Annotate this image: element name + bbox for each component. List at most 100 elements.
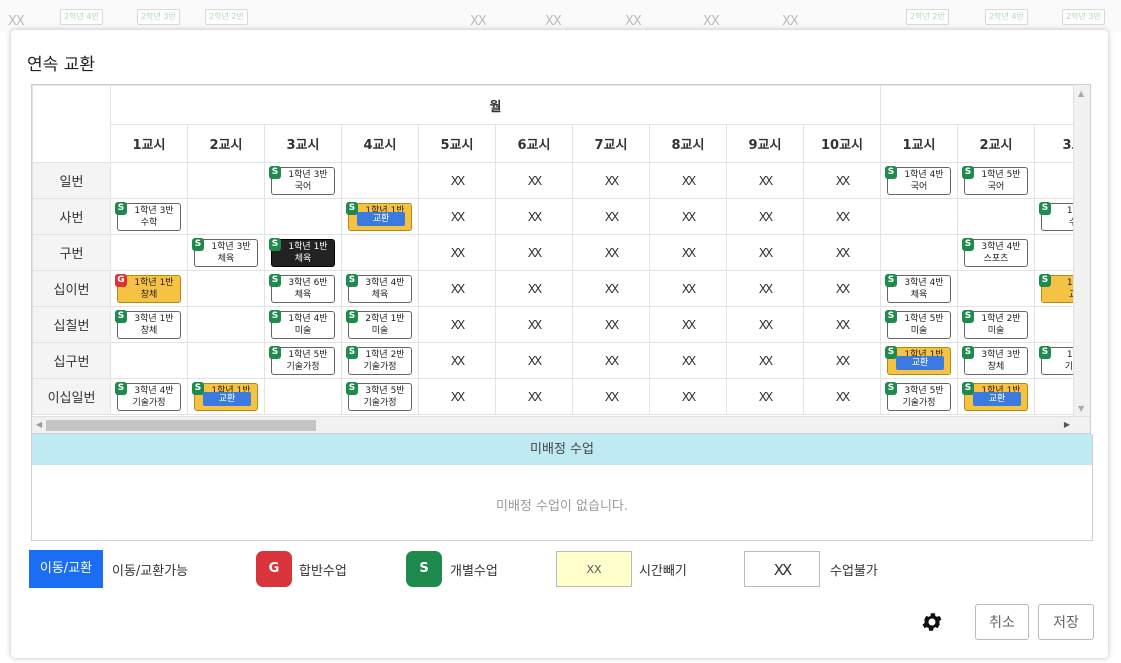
empty-slot[interactable] bbox=[957, 198, 1035, 235]
class-chip[interactable]: S 1학년 3반 국어 bbox=[269, 165, 335, 195]
teacher-name: 십구번 bbox=[32, 342, 111, 379]
vertical-scrollbar[interactable]: ▲ ▼ bbox=[1073, 85, 1090, 417]
teacher-name: 구번 bbox=[32, 234, 111, 271]
individual-class-badge: S bbox=[269, 237, 281, 251]
class-slot[interactable]: G 1학년 1반 창체 bbox=[110, 270, 188, 307]
class-name: 1학년 3반 bbox=[288, 169, 328, 180]
class-slot[interactable]: S1학년 1반기술가정교환 bbox=[187, 378, 265, 415]
individual-class-badge: S bbox=[115, 201, 127, 215]
class-chip[interactable]: S 3학년 1반 창체 bbox=[115, 309, 181, 339]
class-slot[interactable]: S 3학년 3반 창체 bbox=[957, 342, 1035, 379]
class-chip[interactable]: S 1학년 2반 미술 bbox=[962, 309, 1028, 339]
class-chip[interactable]: S 3학년 4반 스포츠 bbox=[962, 237, 1028, 267]
class-chip[interactable]: S 3학년 3반 창체 bbox=[962, 345, 1028, 375]
class-chip[interactable]: S 3학년 5반 기술가정 bbox=[346, 381, 412, 411]
class-slot[interactable]: S 3학년 4반 체육 bbox=[880, 270, 958, 307]
class-chip[interactable]: S 1학년 2반 기술가정 bbox=[346, 345, 412, 375]
scroll-down-arrow-icon[interactable]: ▼ bbox=[1078, 404, 1084, 413]
class-chip[interactable]: S 3학년 4반 기술가정 bbox=[115, 381, 181, 411]
class-chip[interactable]: G 1학년 1반 창체 bbox=[115, 273, 181, 303]
period-header: 2교시 bbox=[957, 124, 1035, 163]
class-slot[interactable]: S 3학년 4반 스포츠 bbox=[957, 234, 1035, 271]
empty-slot[interactable] bbox=[880, 198, 958, 235]
class-chip[interactable]: S 1학년 3반 체육 bbox=[192, 237, 258, 267]
class-slot[interactable]: S 1학년 4반 미술 bbox=[264, 306, 342, 343]
class-chip[interactable]: S1학년 1반수학교환 bbox=[346, 201, 412, 231]
class-slot[interactable]: S1학년 1반기술가정교환 bbox=[880, 342, 958, 379]
period-header: 9교시 bbox=[726, 124, 804, 163]
scroll-right-arrow-icon[interactable]: ▶ bbox=[1064, 420, 1070, 429]
class-slot[interactable]: S 1학년 3반 수학 bbox=[110, 198, 188, 235]
class-slot[interactable]: S 1학년 2반 기술가정 bbox=[341, 342, 419, 379]
class-name: 1학년 4반 bbox=[904, 169, 944, 180]
class-chip[interactable]: S1학년 1반기술가정교환 bbox=[885, 345, 951, 375]
bg-xx-mark: XX bbox=[782, 14, 799, 29]
empty-slot[interactable] bbox=[187, 306, 265, 343]
save-button[interactable]: 저장 bbox=[1038, 604, 1094, 640]
subject-name: 기술가정 bbox=[363, 361, 397, 372]
empty-slot[interactable] bbox=[187, 198, 265, 235]
class-slot[interactable]: S 1학년 5반 국어 bbox=[957, 162, 1035, 199]
class-slot[interactable]: S 3학년 1반 창체 bbox=[110, 306, 188, 343]
empty-slot[interactable] bbox=[187, 342, 265, 379]
swap-button[interactable]: 교환 bbox=[357, 211, 405, 226]
class-chip[interactable]: S 1학년 5반 미술 bbox=[885, 309, 951, 339]
class-slot[interactable]: S 1학년 3반 체육 bbox=[187, 234, 265, 271]
class-slot[interactable]: S 3학년 5반 기술가정 bbox=[880, 378, 958, 415]
subject-name: 체육 bbox=[371, 289, 389, 300]
empty-slot[interactable] bbox=[110, 342, 188, 379]
class-chip[interactable]: S 1학년 5반 기술가정 bbox=[269, 345, 335, 375]
swap-button[interactable]: 교환 bbox=[896, 355, 944, 370]
class-chip[interactable]: S 3학년 4반 체육 bbox=[885, 273, 951, 303]
class-slot[interactable]: S 3학년 5반 기술가정 bbox=[341, 378, 419, 415]
gear-icon[interactable] bbox=[920, 610, 944, 634]
empty-slot[interactable] bbox=[880, 234, 958, 271]
class-chip[interactable]: S1학년 1반기술가정교환 bbox=[962, 381, 1028, 411]
class-slot[interactable]: S 1학년 3반 국어 bbox=[264, 162, 342, 199]
cancel-button[interactable]: 취소 bbox=[975, 604, 1029, 640]
class-slot[interactable]: S 1학년 4반 국어 bbox=[880, 162, 958, 199]
class-slot[interactable]: S 1학년 5반 기술가정 bbox=[264, 342, 342, 379]
horizontal-scrollbar[interactable]: ◀ ▶ bbox=[32, 416, 1090, 433]
class-chip[interactable]: S 1학년 5반 국어 bbox=[962, 165, 1028, 195]
scroll-left-arrow-icon[interactable]: ◀ bbox=[36, 420, 42, 429]
empty-slot[interactable] bbox=[110, 162, 188, 199]
class-chip[interactable]: S 1학년 1반 체육 bbox=[269, 237, 335, 267]
class-slot[interactable]: S 3학년 4반 기술가정 bbox=[110, 378, 188, 415]
bg-xx-mark: XX bbox=[8, 14, 25, 29]
scroll-up-arrow-icon[interactable]: ▲ bbox=[1078, 89, 1084, 98]
swap-button[interactable]: 교환 bbox=[973, 391, 1021, 406]
empty-slot[interactable] bbox=[264, 198, 342, 235]
class-slot[interactable]: S1학년 1반수학교환 bbox=[341, 198, 419, 235]
empty-slot[interactable] bbox=[341, 234, 419, 271]
class-slot[interactable]: S 3학년 4반 체육 bbox=[341, 270, 419, 307]
class-chip[interactable]: S1학년 1반기술가정교환 bbox=[192, 381, 258, 411]
unavailable-slot: XX bbox=[803, 270, 881, 307]
individual-class-badge: S bbox=[1039, 273, 1051, 287]
class-chip[interactable]: S 3학년 6반 체육 bbox=[269, 273, 335, 303]
class-slot[interactable]: S1학년 1반기술가정교환 bbox=[957, 378, 1035, 415]
class-chip[interactable]: S 1학년 3반 수학 bbox=[115, 201, 181, 231]
subject-name: 창체 bbox=[140, 325, 158, 336]
empty-slot[interactable] bbox=[187, 162, 265, 199]
class-slot[interactable]: S 1학년 5반 미술 bbox=[880, 306, 958, 343]
class-slot[interactable]: S 2학년 1반 미술 bbox=[341, 306, 419, 343]
empty-slot[interactable] bbox=[341, 162, 419, 199]
class-chip[interactable]: S 1학년 4반 국어 bbox=[885, 165, 951, 195]
empty-slot[interactable] bbox=[110, 234, 188, 271]
timetable-grid[interactable]: 월 1교시2교시3교시4교시5교시6교시7교시8교시9교시10교시1교시2교시3… bbox=[31, 84, 1091, 434]
horizontal-scroll-thumb[interactable] bbox=[46, 420, 316, 431]
class-slot[interactable]: S 3학년 6반 체육 bbox=[264, 270, 342, 307]
class-chip[interactable]: S 3학년 4반 체육 bbox=[346, 273, 412, 303]
empty-slot[interactable] bbox=[264, 378, 342, 415]
individual-class-badge: S bbox=[962, 309, 974, 323]
subject-name: 기술가정 bbox=[902, 397, 936, 408]
empty-slot[interactable] bbox=[187, 270, 265, 307]
swap-button[interactable]: 교환 bbox=[203, 391, 251, 406]
empty-slot[interactable] bbox=[957, 270, 1035, 307]
class-slot[interactable]: S 1학년 1반 체육 bbox=[264, 234, 342, 271]
class-chip[interactable]: S 2학년 1반 미술 bbox=[346, 309, 412, 339]
class-chip[interactable]: S 1학년 4반 미술 bbox=[269, 309, 335, 339]
class-chip[interactable]: S 3학년 5반 기술가정 bbox=[885, 381, 951, 411]
class-slot[interactable]: S 1학년 2반 미술 bbox=[957, 306, 1035, 343]
